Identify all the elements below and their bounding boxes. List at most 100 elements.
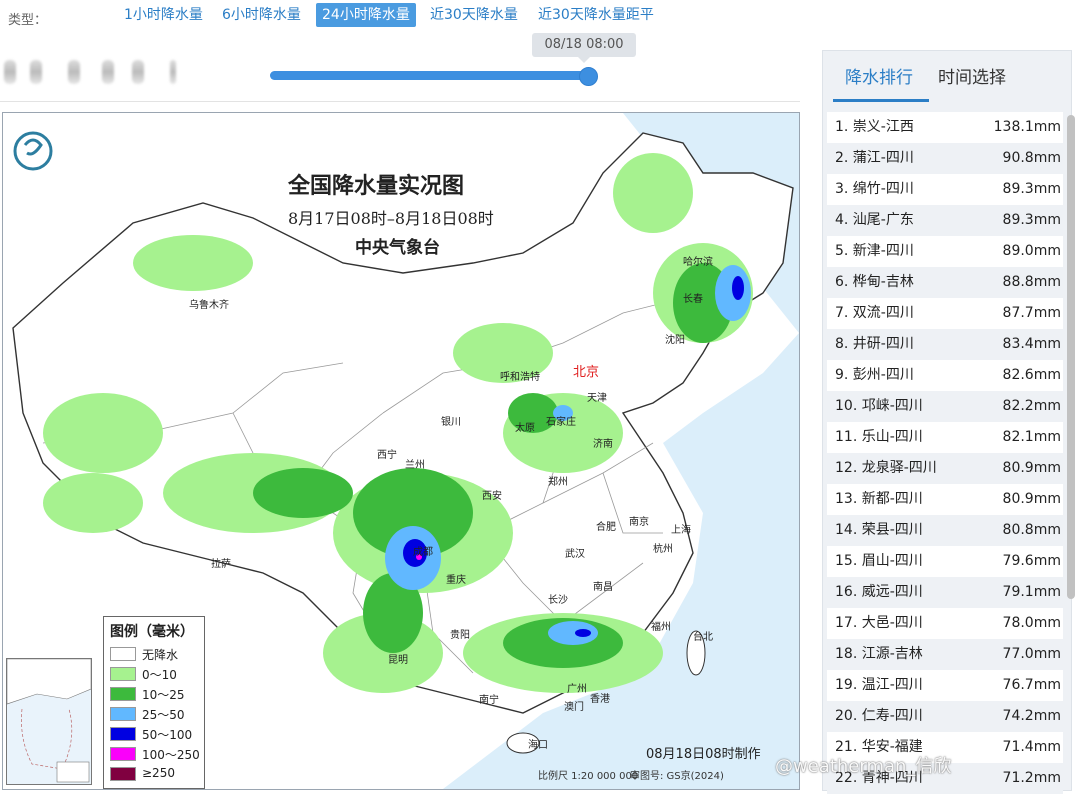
city-label: 银川 (441, 417, 461, 428)
ranking-row[interactable]: 3. 绵竹-四川 89.3mm (827, 174, 1063, 205)
tab-6h-precip[interactable]: 6小时降水量 (216, 3, 307, 27)
precip-value: 89.3mm (1002, 212, 1061, 228)
precip-value: 76.7mm (1002, 677, 1061, 693)
ranking-row[interactable]: 5. 新津-四川 89.0mm (827, 236, 1063, 267)
tab-1h-precip[interactable]: 1小时降水量 (118, 3, 209, 27)
legend-swatch (110, 727, 136, 741)
ranking-list: 1. 崇义-江西 138.1mm 2. 蒲江-四川 90.8mm 3. 绵竹-四川 89.… (827, 112, 1063, 794)
precip-value: 74.2mm (1002, 708, 1061, 724)
precipitation-map: 全国降水量实况图 8月17日08时–8月18日08时 中央气象台 乌鲁木齐 哈尔… (2, 112, 800, 790)
city-label: 上海 (671, 525, 691, 536)
legend-label: ≥250 (142, 766, 175, 780)
time-tooltip: 08/18 08:00 (532, 33, 636, 63)
ranking-row[interactable]: 7. 双流-四川 87.7mm (827, 298, 1063, 329)
station-name: 9. 彭州-四川 (835, 367, 914, 383)
ranking-row[interactable]: 13. 新都-四川 80.9mm (827, 484, 1063, 515)
legend-label: 0～10 (142, 668, 177, 682)
ranking-row[interactable]: 19. 温江-四川 76.7mm (827, 670, 1063, 701)
ranking-row[interactable]: 17. 大邑-四川 78.0mm (827, 608, 1063, 639)
station-name: 10. 邛崃-四川 (835, 398, 923, 414)
ranking-row[interactable]: 4. 汕尾-广东 89.3mm (827, 205, 1063, 236)
map-legend: 图例（毫米） 无降水 0～10 10～25 25～50 50～100 100～2… (103, 616, 205, 789)
ranking-row[interactable]: 2. 蒲江-四川 90.8mm (827, 143, 1063, 174)
ranking-row[interactable]: 10. 邛崃-四川 82.2mm (827, 391, 1063, 422)
station-name: 19. 温江-四川 (835, 677, 923, 693)
ranking-row[interactable]: 11. 乐山-四川 82.1mm (827, 422, 1063, 453)
precip-value: 79.1mm (1002, 584, 1061, 600)
precip-value: 83.4mm (1002, 336, 1061, 352)
city-label: 合肥 (596, 522, 616, 533)
precip-value: 82.2mm (1002, 398, 1061, 414)
station-name: 14. 荣县-四川 (835, 522, 923, 538)
city-label: 南昌 (593, 582, 613, 593)
precip-value: 80.8mm (1002, 522, 1061, 538)
ranking-row[interactable]: 18. 江源-吉林 77.0mm (827, 639, 1063, 670)
active-tab-indicator (833, 99, 929, 102)
ranking-row[interactable]: 20. 仁寿-四川 74.2mm (827, 701, 1063, 732)
city-label: 拉萨 (211, 559, 231, 570)
ranking-row[interactable]: 12. 龙泉驿-四川 80.9mm (827, 453, 1063, 484)
time-slider[interactable] (270, 67, 598, 86)
legend-label: 25～50 (142, 708, 185, 722)
tab-precip-ranking[interactable]: 降水排行 (845, 63, 913, 88)
south-china-sea-inset (6, 658, 92, 785)
ranking-row[interactable]: 16. 威远-四川 79.1mm (827, 577, 1063, 608)
legend-item: 100～250 (104, 744, 204, 764)
city-label: 南京 (629, 517, 649, 528)
ranking-row[interactable]: 15. 眉山-四川 79.6mm (827, 546, 1063, 577)
precip-value: 80.9mm (1002, 491, 1061, 507)
legend-swatch (110, 687, 136, 701)
city-label: 郑州 (548, 477, 568, 488)
city-label: 济南 (593, 439, 613, 450)
city-label: 重庆 (446, 575, 466, 586)
legend-swatch (110, 647, 136, 661)
station-name: 20. 仁寿-四川 (835, 708, 923, 724)
tab-30d-precip[interactable]: 近30天降水量 (424, 3, 524, 27)
legend-item: 50～100 (104, 724, 204, 744)
cma-logo (13, 131, 53, 171)
watermark: @weatherman_信欣 (775, 756, 952, 777)
city-label-capital: 北京 (573, 365, 600, 380)
ranking-row[interactable]: 9. 彭州-四川 82.6mm (827, 360, 1063, 391)
type-label: 类型： (8, 13, 48, 28)
ranking-row[interactable]: 8. 井研-四川 83.4mm (827, 329, 1063, 360)
legend-swatch (110, 767, 136, 781)
map-subtitle: 8月17日08时–8月18日08时 (288, 209, 494, 228)
city-label: 呼和浩特 (500, 372, 540, 383)
precip-type-bar: 类型： 1小时降水量 6小时降水量 24小时降水量 近30天降水量 近30天降水… (0, 0, 820, 32)
map-scale: 比例尺 1:20 000 000 (538, 771, 639, 782)
station-name: 7. 双流-四川 (835, 305, 914, 321)
legend-title: 图例（毫米） (110, 624, 194, 640)
station-name: 2. 蒲江-四川 (835, 150, 914, 166)
ranking-row[interactable]: 14. 荣县-四川 80.8mm (827, 515, 1063, 546)
precip-value: 71.4mm (1002, 739, 1061, 755)
legend-item: 无降水 (104, 644, 204, 664)
ranking-scrollbar[interactable] (1067, 115, 1075, 599)
legend-item: 25～50 (104, 704, 204, 724)
precip-value: 71.2mm (1002, 770, 1061, 786)
city-label: 贵阳 (450, 630, 470, 641)
city-label: 成都 (413, 547, 433, 558)
tab-time-select[interactable]: 时间选择 (938, 63, 1006, 88)
city-label: 西安 (482, 491, 502, 502)
divider (0, 101, 800, 102)
precip-value: 90.8mm (1002, 150, 1061, 166)
city-label: 沈阳 (665, 335, 685, 346)
legend-swatch (110, 707, 136, 721)
station-name: 12. 龙泉驿-四川 (835, 460, 937, 476)
tab-30d-anomaly[interactable]: 近30天降水量距平 (532, 3, 660, 27)
city-label: 杭州 (653, 544, 673, 555)
station-name: 11. 乐山-四川 (835, 429, 923, 445)
precip-value: 78.0mm (1002, 615, 1061, 631)
time-slider-handle[interactable] (579, 67, 598, 86)
ranking-row[interactable]: 1. 崇义-江西 138.1mm (827, 112, 1063, 143)
precip-value: 89.3mm (1002, 181, 1061, 197)
ranking-row[interactable]: 6. 桦甸-吉林 88.8mm (827, 267, 1063, 298)
precip-value: 82.1mm (1002, 429, 1061, 445)
city-label: 天津 (587, 393, 607, 404)
tab-24h-precip[interactable]: 24小时降水量 (316, 3, 416, 27)
precip-value: 87.7mm (1002, 305, 1061, 321)
precip-value: 82.6mm (1002, 367, 1061, 383)
city-label: 哈尔滨 (683, 257, 713, 268)
city-label: 香港 (590, 694, 610, 705)
